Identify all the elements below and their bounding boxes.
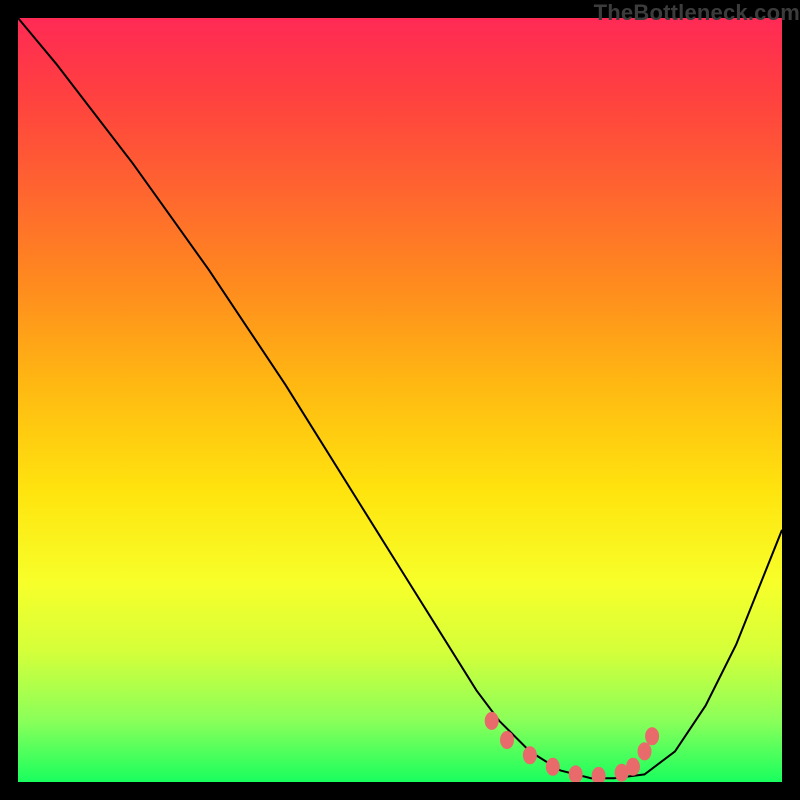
highlight-dot <box>645 727 659 745</box>
plot-gradient-background <box>18 18 782 782</box>
curve-layer <box>18 18 782 782</box>
highlight-dot <box>523 746 537 764</box>
watermark-text: TheBottleneck.com <box>594 0 800 26</box>
highlight-dot <box>592 767 606 782</box>
highlight-dot <box>500 731 514 749</box>
highlight-dot <box>485 712 499 730</box>
highlight-dot <box>546 758 560 776</box>
highlight-dot <box>638 742 652 760</box>
dot-group <box>485 712 659 782</box>
highlight-dot <box>626 758 640 776</box>
bottleneck-curve <box>18 18 782 778</box>
highlight-dot <box>569 765 583 782</box>
chart-container: TheBottleneck.com <box>0 0 800 800</box>
